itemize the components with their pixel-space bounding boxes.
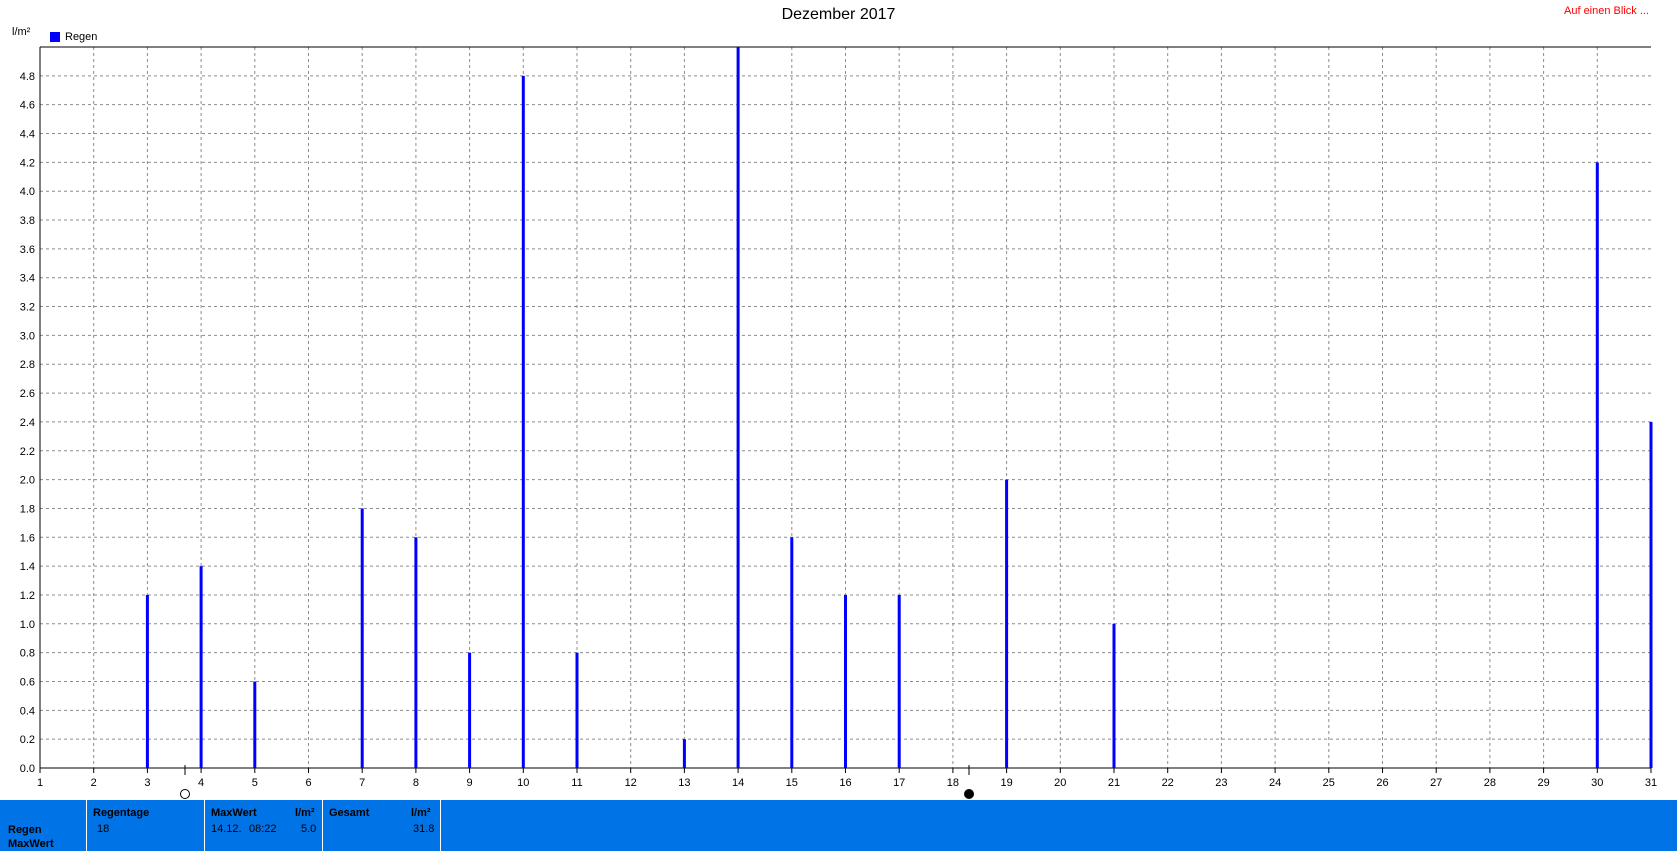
y-tick-label: 1.8 bbox=[20, 503, 35, 515]
bar-day-13 bbox=[682, 739, 686, 768]
x-tick-label: 5 bbox=[252, 777, 258, 789]
full-moon-icon bbox=[179, 789, 190, 799]
bar-day-11 bbox=[575, 652, 579, 768]
x-tick-label: 23 bbox=[1215, 777, 1227, 789]
y-tick-label: 2.2 bbox=[20, 446, 35, 458]
x-tick-label: 2 bbox=[91, 777, 97, 789]
bar-day-3 bbox=[145, 594, 149, 768]
y-tick-label: 4.2 bbox=[20, 157, 35, 169]
y-tick-label: 0.6 bbox=[20, 676, 35, 688]
bar-day-21 bbox=[1112, 623, 1116, 768]
summary-footer: Regen MaxWert Regentage 18 MaxWert l/m² … bbox=[0, 800, 1677, 851]
x-tick-label: 6 bbox=[305, 777, 311, 789]
maxwert-unit: l/m² bbox=[295, 807, 315, 819]
maxwert-time: 08:22 bbox=[249, 823, 277, 835]
y-tick-label: 1.4 bbox=[20, 561, 35, 573]
y-tick-label: 4.0 bbox=[20, 186, 35, 198]
x-tick-label: 9 bbox=[467, 777, 473, 789]
x-tick-label: 11 bbox=[571, 777, 582, 789]
y-tick-label: 1.0 bbox=[20, 619, 35, 631]
x-tick-label: 24 bbox=[1269, 777, 1281, 789]
bar-day-17 bbox=[897, 594, 901, 768]
x-tick-label: 19 bbox=[1000, 777, 1012, 789]
y-tick-label: 0.8 bbox=[20, 648, 35, 660]
y-tick-label: 3.4 bbox=[20, 273, 35, 285]
x-tick-label: 21 bbox=[1108, 777, 1120, 789]
y-tick-label: 4.6 bbox=[20, 100, 35, 112]
gesamt-value: 31.8 bbox=[413, 823, 435, 835]
bar-day-4 bbox=[199, 566, 203, 768]
bar-day-30 bbox=[1595, 162, 1599, 769]
bar-day-7 bbox=[360, 508, 364, 768]
x-tick-label: 20 bbox=[1054, 777, 1066, 789]
x-tick-label: 10 bbox=[517, 777, 529, 789]
x-tick-label: 17 bbox=[893, 777, 905, 789]
y-tick-label: 0.0 bbox=[20, 763, 35, 775]
x-tick-label: 13 bbox=[678, 777, 690, 789]
footer-divider-1 bbox=[0, 800, 87, 851]
bar-day-8 bbox=[414, 537, 418, 768]
new-moon-icon bbox=[964, 789, 975, 799]
y-tick-label: 0.2 bbox=[20, 734, 35, 746]
bar-day-10 bbox=[521, 75, 525, 769]
bar-day-31 bbox=[1649, 421, 1653, 768]
y-tick-label: 2.6 bbox=[20, 388, 35, 400]
bar-day-15 bbox=[790, 537, 794, 768]
x-tick-label: 14 bbox=[732, 777, 744, 789]
y-tick-label: 2.8 bbox=[20, 359, 35, 371]
gesamt-unit: l/m² bbox=[411, 807, 431, 819]
bar-day-19 bbox=[1005, 479, 1009, 768]
y-tick-label: 1.6 bbox=[20, 532, 35, 544]
chart-plot: 0.0 0.2 0.4 0.6 0.8 1.0 1.2 1.4 1.6 1.8 2.0 2.2 2.4 2… bbox=[20, 46, 1657, 799]
x-tick-label: 27 bbox=[1430, 777, 1442, 789]
y-tick-label: 3.6 bbox=[20, 244, 35, 256]
x-tick-label: 1 bbox=[37, 777, 43, 789]
bar-day-14 bbox=[736, 47, 740, 768]
y-tick-label: 4.4 bbox=[20, 129, 35, 141]
y-tick-label: 3.0 bbox=[20, 330, 35, 342]
x-tick-label: 30 bbox=[1591, 777, 1603, 789]
x-tick-label: 18 bbox=[947, 777, 959, 789]
bar-day-5 bbox=[253, 681, 257, 768]
regentage-value: 18 bbox=[97, 823, 110, 835]
x-tick-label: 15 bbox=[786, 777, 798, 789]
x-tick-label: 22 bbox=[1162, 777, 1174, 789]
maxwert-date: 14.12. bbox=[211, 823, 242, 835]
y-tick-label: 3.2 bbox=[20, 302, 35, 314]
x-tick-label: 28 bbox=[1484, 777, 1496, 789]
footer-cell-gesamt: Gesamt l/m² 31.8 bbox=[323, 800, 441, 851]
maxwert-header: MaxWert bbox=[211, 807, 257, 819]
x-tick-label: 4 bbox=[198, 777, 204, 789]
x-tick-label: 31 bbox=[1645, 777, 1657, 789]
x-tick-label: 12 bbox=[625, 777, 637, 789]
x-tick-label: 16 bbox=[839, 777, 851, 789]
y-tick-label: 2.4 bbox=[20, 417, 35, 429]
y-tick-label: 0.4 bbox=[20, 705, 35, 717]
footer-cell-regentage: Regentage 18 bbox=[87, 800, 205, 851]
x-tick-label: 7 bbox=[359, 777, 365, 789]
y-tick-label: 1.2 bbox=[20, 590, 35, 602]
regentage-header: Regentage bbox=[93, 807, 150, 819]
x-tick-label: 29 bbox=[1537, 777, 1549, 789]
y-tick-label: 2.0 bbox=[20, 475, 35, 487]
x-tick-label: 26 bbox=[1376, 777, 1388, 789]
x-tick-label: 25 bbox=[1323, 777, 1335, 789]
maxwert-value: 5.0 bbox=[301, 823, 317, 835]
bar-day-16 bbox=[844, 594, 847, 768]
footer-cell-maxwert: MaxWert l/m² 14.12. 08:22 5.0 bbox=[205, 800, 323, 851]
x-tick-label: 3 bbox=[144, 777, 150, 789]
bar-day-9 bbox=[468, 652, 472, 768]
x-tick-label: 8 bbox=[413, 777, 419, 789]
y-tick-label: 4.8 bbox=[20, 71, 35, 83]
gesamt-header: Gesamt bbox=[329, 807, 370, 819]
y-tick-label: 3.8 bbox=[20, 215, 35, 227]
